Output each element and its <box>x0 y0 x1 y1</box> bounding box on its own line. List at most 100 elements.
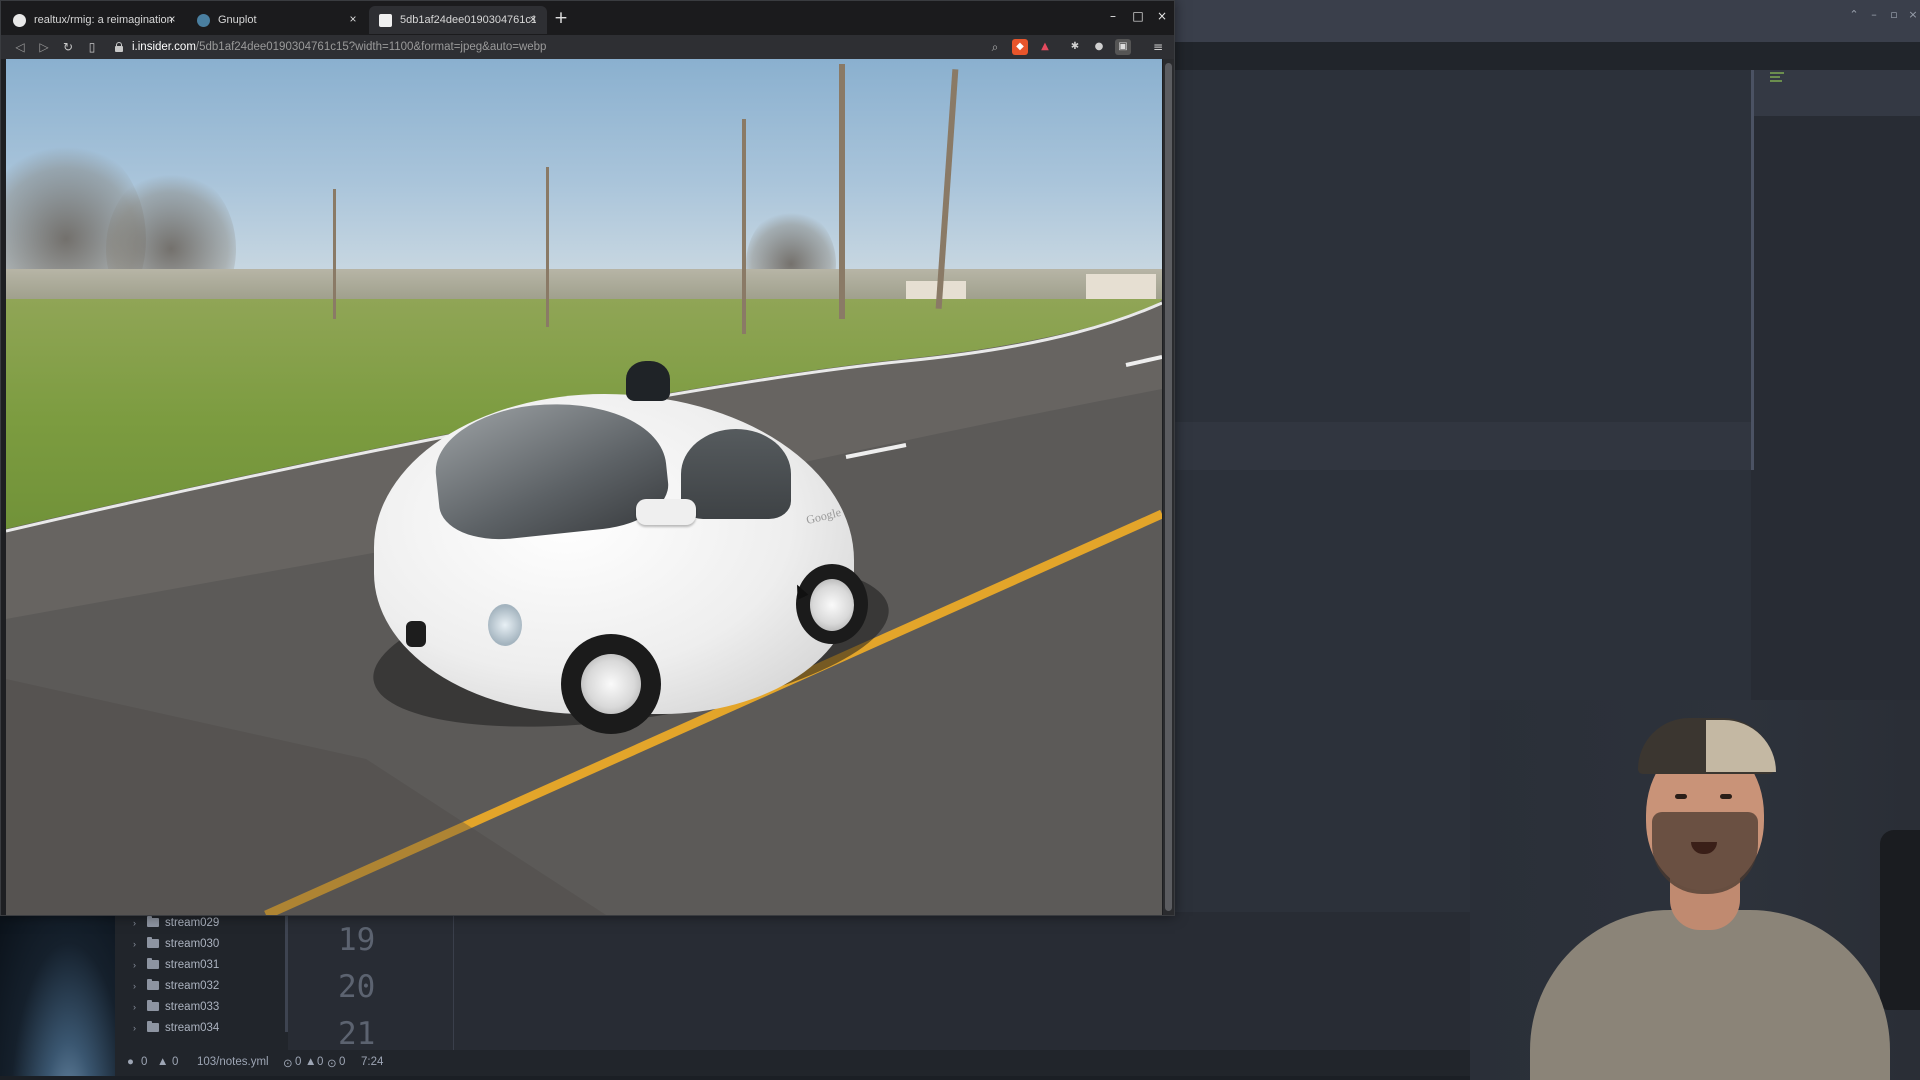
diagnostic-warning-count[interactable]: 0 <box>317 1056 323 1068</box>
tree-item-label: stream030 <box>165 937 220 950</box>
editor-scrollbar[interactable] <box>1751 70 1754 470</box>
minimap[interactable] <box>1754 70 1920 116</box>
folder-icon <box>147 979 159 990</box>
url-host: i.insider.com <box>132 41 196 53</box>
tab-bar: realtux/rmig: a reimagination of × Gnupl… <box>1 1 1174 35</box>
desktop: ⌃ – ▫ × › stream029 › stream030 › stream… <box>0 0 1920 1080</box>
zoom-icon[interactable]: ⌕ <box>986 38 1004 56</box>
close-tab-icon[interactable]: × <box>347 13 359 25</box>
tab-gnuplot[interactable]: Gnuplot × <box>187 6 367 34</box>
lock-icon[interactable] <box>114 42 124 52</box>
folder-icon <box>147 1021 159 1032</box>
line-number: 20 <box>338 969 376 1005</box>
car-roof-sensor <box>626 361 670 401</box>
diagnostic-warning-icon[interactable]: ▲ <box>305 1056 316 1068</box>
minimize-icon[interactable]: – <box>1867 8 1881 22</box>
current-file-path[interactable]: 103/notes.yml <box>197 1056 269 1068</box>
chevron-up-icon[interactable]: ⌃ <box>1847 8 1861 22</box>
page-icon <box>379 13 392 27</box>
tree-item-stream032[interactable]: › stream032 <box>133 975 219 996</box>
desktop-wallpaper <box>0 912 115 1080</box>
person-eye <box>1675 794 1687 799</box>
code-area[interactable] <box>455 912 1495 1050</box>
diagnostic-info-count[interactable]: 0 <box>339 1056 345 1068</box>
line-number: 21 <box>338 1016 376 1052</box>
warning-icon[interactable]: ▲ <box>157 1056 168 1068</box>
folder-icon <box>147 958 159 969</box>
tree-item-label: stream034 <box>165 1021 220 1034</box>
tree-item-label: stream031 <box>165 958 220 971</box>
diagnostic-error-icon[interactable]: ⊙ <box>283 1056 293 1070</box>
github-icon <box>13 13 26 27</box>
tree-item-label: stream033 <box>165 1000 220 1013</box>
cursor-position[interactable]: 7:24 <box>361 1056 383 1068</box>
warning-count[interactable]: 0 <box>172 1056 178 1068</box>
tab-title: Gnuplot <box>218 14 257 26</box>
address-bar[interactable]: i.insider.com/5db1af24dee0190304761c15?w… <box>114 38 994 56</box>
scrollbar-thumb[interactable] <box>1165 63 1172 911</box>
tree-item-label: stream032 <box>165 979 220 992</box>
diagnostic-error-count[interactable]: 0 <box>295 1056 301 1068</box>
maximize-button[interactable]: □ <box>1130 8 1146 24</box>
error-icon[interactable]: ● <box>127 1056 134 1068</box>
line-number-gutter: 19 20 21 <box>288 912 454 1052</box>
extension-icon[interactable]: ▣ <box>1115 39 1131 55</box>
close-tab-icon[interactable]: × <box>527 13 539 25</box>
folder-icon <box>147 1000 159 1011</box>
browser-toolbar: ◁ ▷ ↻ ▯ i.insider.com/5db1af24dee0190304… <box>1 35 1174 59</box>
webcam-overlay <box>1470 700 1920 1080</box>
chevron-right-icon: › <box>133 959 136 970</box>
file-tree-panel: › stream029 › stream030 › stream031 › st… <box>115 912 288 1050</box>
minimize-button[interactable]: – <box>1105 8 1121 24</box>
new-tab-button[interactable]: + <box>553 9 569 27</box>
tree-item-stream030[interactable]: › stream030 <box>133 933 219 954</box>
chevron-right-icon: › <box>133 917 136 928</box>
close-tab-icon[interactable]: × <box>166 13 178 25</box>
tree-item-stream033[interactable]: › stream033 <box>133 996 219 1017</box>
microphone-arm <box>1880 830 1920 1010</box>
menu-icon[interactable]: ≡ <box>1149 38 1167 56</box>
diagnostic-info-icon[interactable]: ⊙ <box>327 1056 337 1070</box>
person-eye <box>1720 794 1732 799</box>
url-text: i.insider.com/5db1af24dee0190304761c15?w… <box>132 41 546 53</box>
tab-rmig[interactable]: realtux/rmig: a reimagination of × <box>3 6 186 34</box>
tab-image[interactable]: 5db1af24dee0190304761c15 (1 × <box>369 6 547 34</box>
page-scrollbar[interactable] <box>1163 59 1174 915</box>
extension-gear-icon[interactable]: ✱ <box>1067 39 1083 55</box>
back-icon[interactable]: ◁ <box>11 38 29 56</box>
line-number: 19 <box>338 922 376 958</box>
tree-item-stream031[interactable]: › stream031 <box>133 954 219 975</box>
chevron-right-icon: › <box>133 980 136 991</box>
car-mirror <box>636 499 696 525</box>
chevron-right-icon: › <box>133 1022 136 1033</box>
tab-title: realtux/rmig: a reimagination of <box>34 14 174 26</box>
chevron-right-icon: › <box>133 1001 136 1012</box>
car-wheel-rim <box>810 579 854 631</box>
editor-titlebar: ⌃ – ▫ × <box>1175 0 1920 42</box>
forward-icon[interactable]: ▷ <box>35 38 53 56</box>
brave-rewards-icon[interactable]: ▲ <box>1037 39 1053 55</box>
chevron-right-icon: › <box>133 938 136 949</box>
car-wheel-rim <box>581 654 641 714</box>
image-viewport[interactable]: Google <box>6 59 1162 915</box>
url-path: /5db1af24dee0190304761c15?width=1100&for… <box>195 41 547 53</box>
current-line-highlight <box>1175 422 1751 470</box>
bookmark-icon[interactable]: ▯ <box>83 38 101 56</box>
car-headlight <box>488 604 522 646</box>
editor-tab-strip <box>1175 42 1920 70</box>
tree-item-label: stream029 <box>165 916 220 929</box>
folder-icon <box>147 937 159 948</box>
tree-item-stream034[interactable]: › stream034 <box>133 1017 219 1038</box>
car-side-window <box>681 429 791 519</box>
github-extension-icon[interactable]: ● <box>1091 39 1107 55</box>
reload-icon[interactable]: ↻ <box>59 38 77 56</box>
close-icon[interactable]: × <box>1906 8 1920 22</box>
maximize-icon[interactable]: ▫ <box>1887 8 1901 22</box>
car-nose-sensor <box>406 621 426 647</box>
brave-shields-icon[interactable]: ◆ <box>1012 39 1028 55</box>
gnuplot-icon <box>197 13 210 27</box>
error-count[interactable]: 0 <box>141 1056 147 1068</box>
folder-icon <box>147 916 159 927</box>
tab-title: 5db1af24dee0190304761c15 (1 <box>400 14 536 26</box>
close-window-button[interactable]: × <box>1154 8 1170 24</box>
